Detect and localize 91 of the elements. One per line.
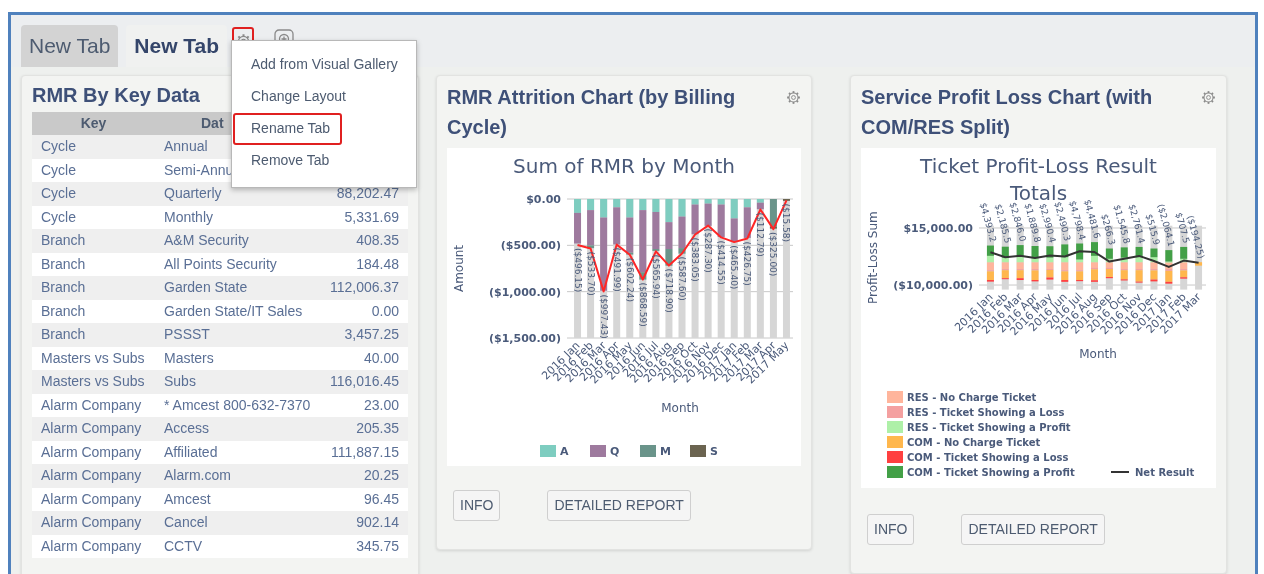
- table-cell: 111,887.15: [320, 440, 408, 464]
- legend-label: M: [660, 445, 671, 458]
- legend-label: RES - Ticket Showing a Profit: [907, 422, 1071, 433]
- legend-label: Net Result: [1135, 467, 1195, 478]
- data-label: ($602.24): [624, 257, 635, 303]
- table-cell: 40.00: [320, 346, 408, 370]
- table-cell: Branch: [32, 252, 155, 276]
- table-cell: Garden State: [155, 276, 321, 300]
- data-label: ($565.94): [650, 254, 661, 299]
- data-label: ($465.40): [729, 245, 740, 290]
- table-cell: Cycle: [32, 182, 155, 206]
- column-header: Key: [32, 112, 155, 135]
- table-cell: 3,457.25: [320, 323, 408, 347]
- table-cell: Subs: [155, 370, 321, 394]
- legend-label: COM - Ticket Showing a Profit: [907, 467, 1075, 478]
- axis-tick-label: ($10,000.00): [893, 279, 973, 293]
- data-label: ($496.15): [572, 248, 583, 293]
- panel-title: RMR Attrition Chart (by Billing Cycle): [447, 85, 737, 140]
- chart-title: Sum of RMR by Month: [512, 153, 736, 180]
- table-cell: CCTV: [155, 534, 321, 558]
- table-cell: Garden State/IT Sales: [155, 299, 321, 323]
- data-label: ($533.70): [585, 251, 596, 296]
- axis-title: Month: [661, 401, 699, 415]
- data-label: ($868.59): [637, 282, 648, 327]
- table-cell: 96.45: [320, 487, 408, 511]
- axis-tick-label: ($1,500.00): [489, 332, 561, 345]
- axis-tick-label: ($1,000.00): [489, 285, 561, 299]
- table-cell: Cancel: [155, 511, 321, 535]
- table-cell: 116,016.45: [320, 370, 408, 394]
- table-cell: 345.75: [320, 534, 408, 558]
- axis-title: Profit-Loss Sum: [866, 211, 880, 304]
- table-cell: Masters vs Subs: [32, 346, 155, 370]
- table-cell: Alarm Company: [32, 511, 155, 535]
- data-label: ($287.30): [703, 228, 714, 273]
- table-cell: Branch: [32, 323, 155, 347]
- table-cell: Alarm Company: [32, 487, 155, 511]
- data-label: ($383.05): [690, 237, 701, 282]
- table-cell: Amcest: [155, 487, 321, 511]
- data-label: ($997.43): [598, 294, 609, 339]
- table-cell: 112,006.37: [320, 276, 408, 300]
- table-cell: All Points Security: [155, 252, 321, 276]
- table-cell: Alarm Company: [32, 417, 155, 441]
- legend-label: S: [710, 445, 718, 458]
- table-cell: Alarm Company: [32, 464, 155, 488]
- table-cell: Alarm Company: [32, 440, 155, 464]
- legend-label: A: [560, 445, 569, 458]
- table-cell: 0.00: [320, 299, 408, 323]
- data-label: ($718.90): [663, 268, 674, 313]
- table-cell: Access: [155, 417, 321, 441]
- panel-title: RMR By Key Data: [32, 83, 200, 108]
- table-cell: PSSST: [155, 323, 321, 347]
- legend-label: RES - Ticket Showing a Loss: [907, 407, 1065, 418]
- table-cell: 20.25: [320, 464, 408, 488]
- axis-tick-label: ($500.00): [500, 239, 561, 253]
- table-cell: Alarm Company: [32, 534, 155, 558]
- table-cell: 408.35: [320, 229, 408, 253]
- table-cell: 5,331.69: [320, 205, 408, 229]
- axis-title: Month: [1079, 347, 1117, 361]
- table-cell: Alarm Company: [32, 393, 155, 417]
- table-cell: Masters vs Subs: [32, 370, 155, 394]
- table-cell: Branch: [32, 299, 155, 323]
- table-cell: Affiliated: [155, 440, 321, 464]
- data-label: ($414.55): [716, 240, 727, 285]
- legend-label: COM - No Charge Ticket: [907, 437, 1041, 448]
- legend-label: Q: [610, 445, 620, 458]
- table-cell: Alarm.com: [155, 464, 321, 488]
- table-cell: Cycle: [32, 135, 155, 159]
- data-label: ($587.60): [677, 256, 687, 301]
- axis-tick-label: $15,000.00: [903, 222, 973, 235]
- axis-title: Amount: [452, 244, 466, 293]
- data-label: ($325.00): [768, 232, 779, 277]
- table-cell: Cycle: [32, 158, 155, 182]
- axis-tick-label: $0.00: [526, 193, 561, 206]
- data-label: ($426.75): [742, 241, 753, 286]
- data-label: ($112.79): [755, 212, 766, 257]
- data-label: ($491.99): [611, 247, 622, 292]
- data-label: ($15.58): [781, 203, 792, 242]
- legend-label: RES - No Charge Ticket: [907, 392, 1037, 403]
- table-cell: Branch: [32, 229, 155, 253]
- table-cell: 902.14: [320, 511, 408, 535]
- table-cell: Cycle: [32, 205, 155, 229]
- table-cell: * Amcest 800-632-7370: [155, 393, 321, 417]
- table-cell: Masters: [155, 346, 321, 370]
- table-cell: A&M Security: [155, 229, 321, 253]
- table-cell: 205.35: [320, 417, 408, 441]
- legend-label: COM - Ticket Showing a Loss: [907, 452, 1069, 463]
- table-cell: Branch: [32, 276, 155, 300]
- table-cell: 23.00: [320, 393, 408, 417]
- table-cell: Monthly: [155, 205, 321, 229]
- panel-title: Service Profit Loss Chart (with COM/RES Split): [861, 85, 1154, 140]
- table-cell: 184.48: [320, 252, 408, 276]
